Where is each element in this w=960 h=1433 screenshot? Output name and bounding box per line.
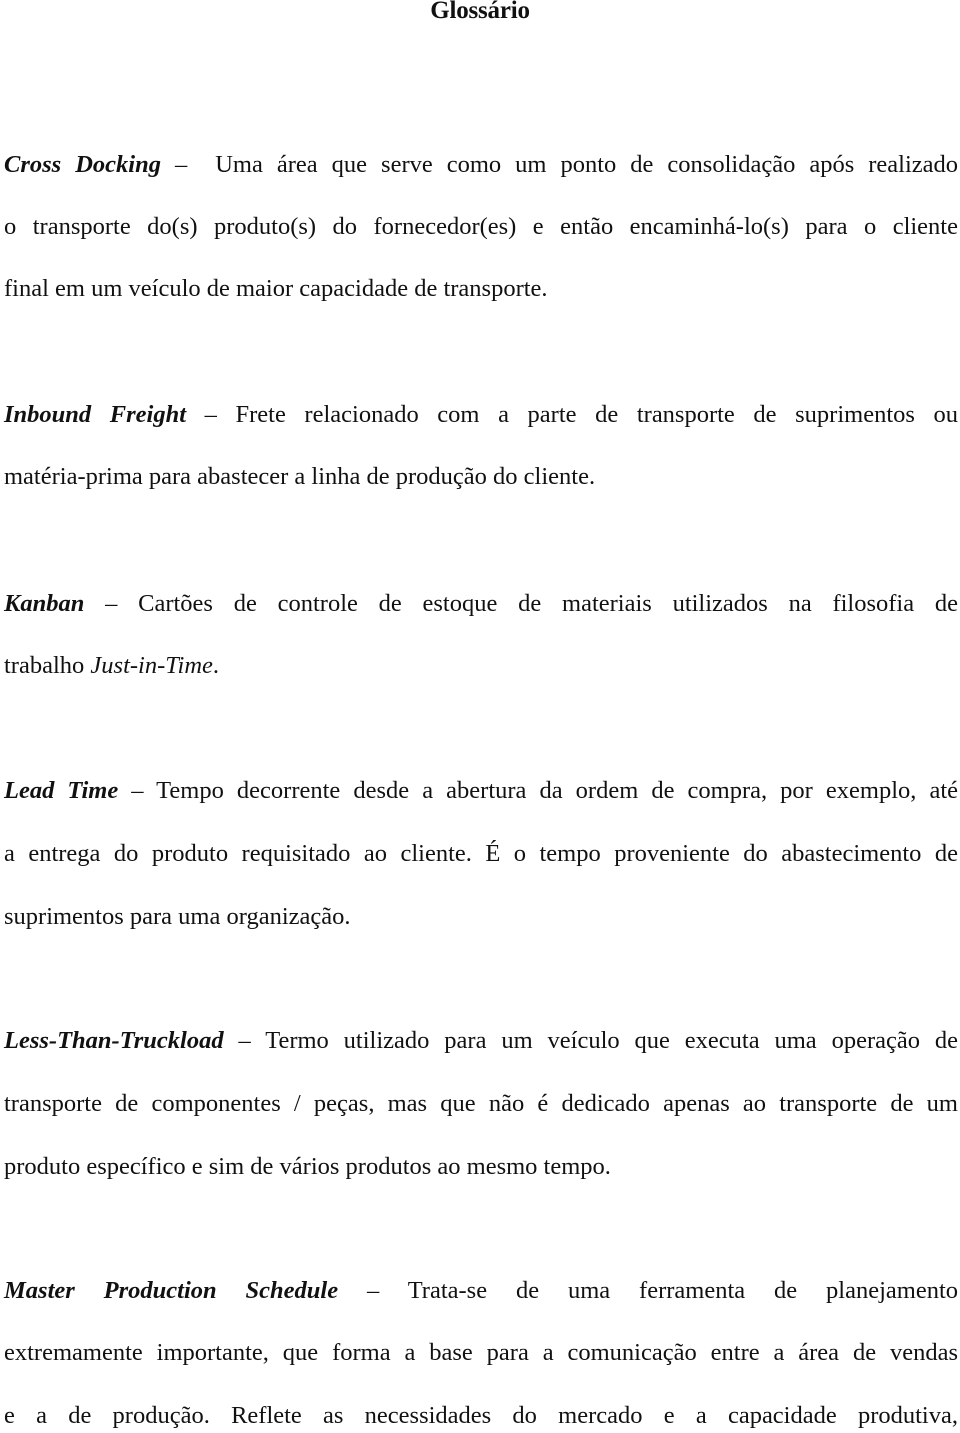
entry-line: Cross Docking – Uma área que serve como … [4,148,958,182]
definition-text: produto específico e sim de vários produ… [4,1153,611,1180]
entry-line: transporte de componentes / peças, mas q… [4,1087,958,1121]
definition-text: trabalho [4,652,85,679]
entry-line: Less-Than-Truckload – Termo utilizado pa… [4,1024,958,1058]
term-separator: – [105,590,118,617]
glossary-term: Inbound Freight [4,401,187,428]
entry-line: Inbound Freight – Frete relacionado com … [4,398,958,432]
definition-text: suprimentos para uma organização. [4,903,351,930]
term-separator: – [204,401,217,428]
entry-line: Master Production Schedule – Trata-se de… [4,1274,958,1308]
entry-line: final em um veículo de maior capacidade … [4,272,958,306]
definition-text: Uma área que serve como um ponto de cons… [215,151,959,178]
term-separator: – [238,1027,251,1054]
page-title: Glossário [430,0,530,24]
entry-line: Lead Time – Tempo decorrente desde a abe… [4,774,958,808]
definition-text: Frete relacionado com a parte de transpo… [235,401,959,428]
entry-line: matéria-prima para abastecer a linha de … [4,460,958,494]
glossary-term: Kanban [4,590,85,617]
definition-text: a entrega do produto requisitado ao clie… [4,840,958,867]
definition-text: e a de produção. Reflete as necessidades… [4,1402,958,1429]
entry-line: suprimentos para uma organização. [4,900,958,934]
entry-line: produto específico e sim de vários produ… [4,1150,958,1184]
definition-text: Cartões de controle de estoque de materi… [138,590,959,617]
definition-text: matéria-prima para abastecer a linha de … [4,463,596,490]
definition-text: final em um veículo de maior capacidade … [4,275,548,302]
definition-text: Termo utilizado para um veículo que exec… [265,1027,958,1054]
definition-text: Trata-se de uma ferramenta de planejamen… [407,1277,958,1304]
entry-line: extremamente importante, que forma a bas… [4,1336,958,1370]
entry-line: trabalho Just-in-Time. [4,649,958,683]
entry-line: o transporte do(s) produto(s) do fornece… [4,210,958,244]
entry-line: a entrega do produto requisitado ao clie… [4,837,958,871]
glossary-term: Lead Time [4,777,119,804]
term-separator: – [131,777,144,804]
definition-text: o transporte do(s) produto(s) do fornece… [4,213,958,240]
glossary-term: Less-Than-Truckload [4,1027,224,1054]
definition-text: Tempo decorrente desde a abertura da ord… [156,777,959,804]
glossary-term: Cross Docking [4,151,161,178]
entry-line: e a de produção. Reflete as necessidades… [4,1399,958,1433]
punctuation: . [212,652,220,679]
definition-text: transporte de componentes / peças, mas q… [4,1090,958,1117]
definition-text: extremamente importante, que forma a bas… [4,1339,958,1366]
term-separator: – [174,151,188,178]
italic-term: Just-in-Time [90,652,213,679]
term-separator: – [367,1277,380,1304]
entry-line: Kanban – Cartões de controle de estoque … [4,587,958,621]
glossary-term: Master Production Schedule [4,1277,339,1304]
